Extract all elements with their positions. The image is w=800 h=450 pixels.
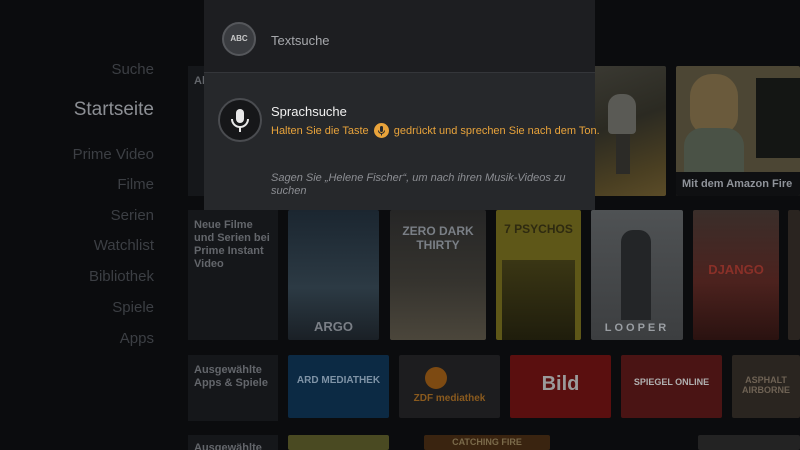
movie-poster-zero-dark-thirty[interactable]: ZERO DARK THIRTY: [390, 210, 486, 340]
nav-item-watchlist[interactable]: Watchlist: [94, 237, 154, 254]
nav-item-serien[interactable]: Serien: [111, 207, 154, 224]
microphone-glyph: [231, 109, 249, 132]
app-title: SPIEGEL ONLINE: [633, 377, 710, 387]
app-title: ARD MEDIATHEK: [296, 375, 381, 386]
app-title: ZDF mediathek: [413, 393, 486, 404]
nav-item-bibliothek[interactable]: Bibliothek: [89, 268, 154, 285]
figure-silhouette: [608, 94, 636, 134]
poster-title: DJANGO: [708, 262, 764, 277]
nav-item-filme[interactable]: Filme: [117, 176, 154, 193]
movie-poster-looper[interactable]: LOOPER: [591, 210, 683, 340]
nav-item-spiele[interactable]: Spiele: [112, 299, 154, 316]
row-label-more: Ausgewählte: [188, 435, 278, 450]
figure-silhouette: [621, 230, 651, 320]
movie-poster-partial[interactable]: [788, 210, 800, 340]
voice-search-title: Sprachsuche: [271, 104, 347, 119]
app-tile-spiegel-online[interactable]: SPIEGEL ONLINE: [621, 355, 722, 418]
movie-poster-argo[interactable]: ARGO: [288, 210, 379, 340]
cartoon-face: [690, 74, 738, 134]
remote-microphone-glyph: [377, 126, 385, 136]
voice-hint-text-after: gedrückt und sprechen Sie nach dem Ton.: [393, 125, 600, 137]
tile-title: CATCHING FIRE: [452, 437, 522, 447]
nav-item-suche[interactable]: Suche: [111, 61, 154, 78]
tile-partial-3[interactable]: [698, 435, 800, 450]
nav-item-prime-video[interactable]: Prime Video: [73, 146, 154, 163]
cartoon-body: [684, 128, 744, 172]
abc-icon: ABC: [222, 22, 256, 56]
app-tile-bild[interactable]: Bild: [510, 355, 611, 418]
tile-partial-1[interactable]: [288, 435, 389, 450]
featured-caption: Mit dem Amazon Fire: [676, 172, 800, 196]
app-tile-asphalt-airborne[interactable]: ASPHALT AIRBORNE: [732, 355, 800, 418]
nav-item-apps[interactable]: Apps: [120, 330, 154, 347]
movie-poster-7-psychos[interactable]: 7 PSYCHOS: [496, 210, 581, 340]
tile-catching-fire[interactable]: CATCHING FIRE: [424, 435, 550, 450]
app-title: Bild: [541, 373, 580, 395]
more-row: Ausgewählte CATCHING FIRE: [188, 435, 800, 450]
poster-title: 7 PSYCHOS: [504, 222, 573, 236]
movie-poster-django[interactable]: DJANGO: [693, 210, 779, 340]
text-search-label: Textsuche: [271, 33, 330, 48]
cast-silhouettes: [502, 260, 575, 340]
poster-title: ARGO: [314, 319, 353, 334]
app-tile-zdf-mediathek[interactable]: ZDF mediathek: [399, 355, 500, 418]
apps-row: Ausgewählte Apps & Spiele ARD MEDIATHEK …: [188, 355, 800, 421]
remote-microphone-button-icon: [373, 123, 389, 138]
row-label-movies: Neue Filme und Serien bei Prime Instant …: [188, 210, 278, 340]
nav-item-startseite[interactable]: Startseite: [74, 99, 154, 121]
poster-title: LOOPER: [604, 322, 670, 334]
tv-screen: [756, 78, 800, 158]
poster-title: ZERO DARK THIRTY: [402, 224, 474, 252]
side-navigation: Suche Startseite Prime Video Filme Serie…: [0, 0, 170, 450]
zdf-logo-circle: [425, 367, 447, 389]
voice-search-option[interactable]: Sprachsuche Halten Sie die Taste gedrück…: [204, 74, 600, 210]
row-label-apps: Ausgewählte Apps & Spiele: [188, 355, 278, 421]
voice-search-hint: Halten Sie die Taste gedrückt und sprech…: [271, 123, 600, 138]
app-tile-ard-mediathek[interactable]: ARD MEDIATHEK: [288, 355, 389, 418]
movies-row: Neue Filme und Serien bei Prime Instant …: [188, 210, 800, 340]
voice-search-example: Sagen Sie „Helene Fischer“, um nach ihre…: [271, 172, 566, 197]
featured-tile-amazon-fire[interactable]: Mit dem Amazon Fire: [676, 66, 800, 196]
abc-glyph: ABC: [230, 34, 248, 43]
app-title: ASPHALT AIRBORNE: [741, 375, 790, 395]
voice-hint-text-before: Halten Sie die Taste: [271, 125, 369, 137]
search-overlay: ABC Textsuche Sprachsuche Halten Sie die…: [204, 0, 600, 210]
figure-silhouette-legs: [616, 134, 630, 174]
microphone-icon: [218, 98, 262, 142]
text-search-option[interactable]: ABC Textsuche: [204, 0, 595, 73]
